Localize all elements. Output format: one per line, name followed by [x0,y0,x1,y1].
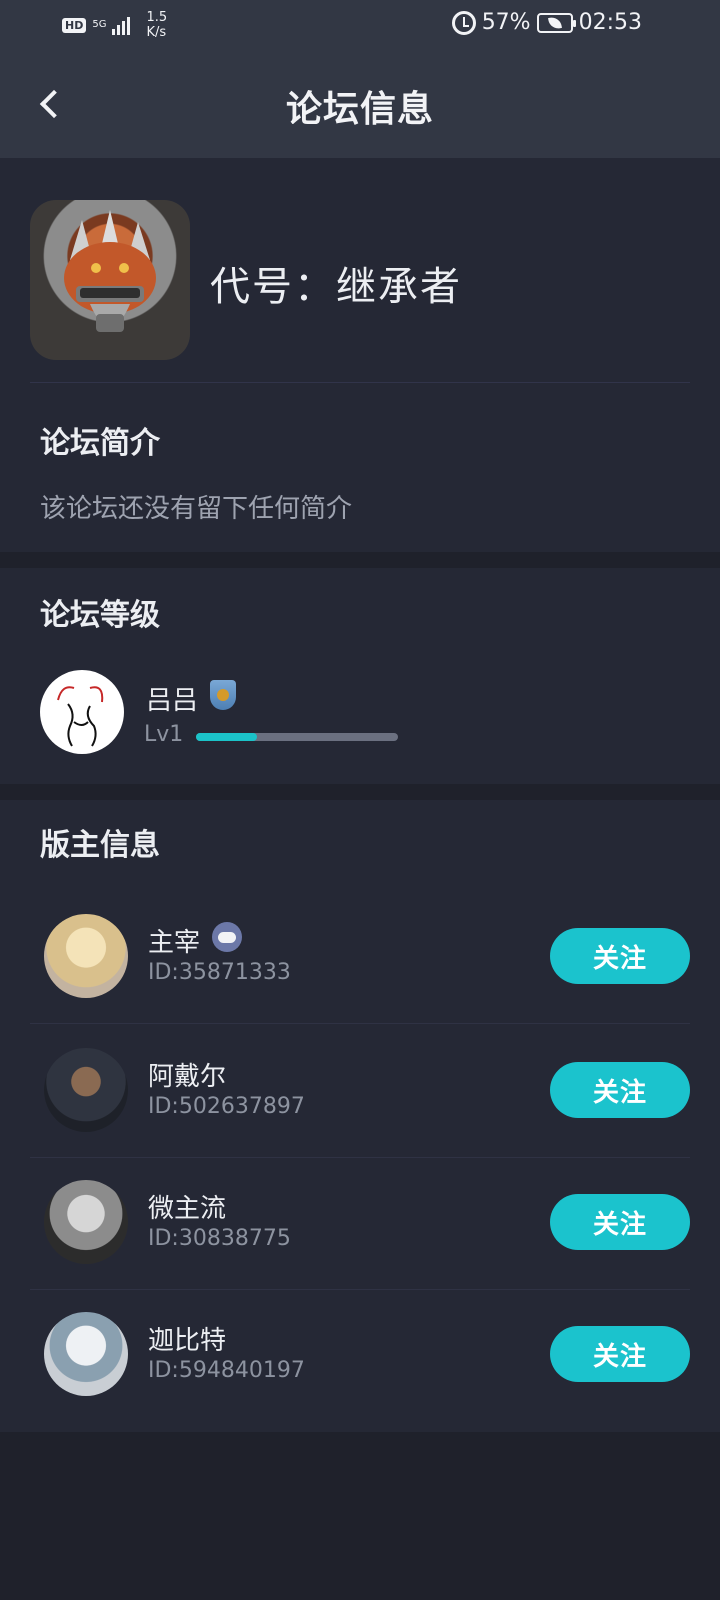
moderators-title: 版主信息 [40,828,160,863]
hd-indicator: HD [62,17,87,33]
moderator-id: ID:30838775 [148,1226,291,1251]
follow-button[interactable]: 关注 [550,1062,690,1118]
avatar[interactable] [44,1048,128,1132]
clock: 02:53 [578,10,642,35]
list-item: 阿戴尔 ID:502637897 关注 [30,1024,690,1158]
avatar[interactable] [44,914,128,998]
level-title: 论坛等级 [40,598,160,633]
status-right: 57% 02:53 [451,10,642,35]
moderator-id: ID:502637897 [148,1094,305,1119]
shield-badge-icon [210,680,236,710]
network-type: 5G [92,19,107,30]
intro-text: 该论坛还没有留下任何简介 [40,494,353,524]
list-item: 微主流 ID:30838775 关注 [30,1156,690,1290]
level-user-name: 吕吕 [146,686,199,716]
divider [30,382,690,383]
list-item: 迦比特 ID:594840197 关注 [30,1288,690,1422]
forum-info-card: 代号：继承者 论坛简介 该论坛还没有留下任何简介 [0,158,720,552]
moderator-name: 微主流 [148,1194,227,1224]
moderators-card: 版主信息 主宰 ID:35871333 关注 阿戴尔 ID:502637897 … [0,800,720,1432]
intro-title: 论坛简介 [40,426,160,461]
status-bar: HD 5G 1.5 K/s 57% 02:53 [0,0,720,50]
forum-level-card: 论坛等级 吕吕 Lv1 [0,568,720,784]
status-left: HD 5G 1.5 K/s [62,10,167,40]
moderator-name: 主宰 [148,928,201,958]
header: 论坛信息 [0,50,720,158]
forum-avatar-image [64,210,156,332]
moderator-name: 阿戴尔 [148,1062,227,1092]
avatar[interactable] [44,1180,128,1264]
follow-button[interactable]: 关注 [550,1326,690,1382]
speed-unit: K/s [146,25,167,40]
avatar[interactable] [40,670,124,754]
leaf-icon [547,15,562,30]
level-label: Lv1 [144,722,184,747]
list-item: 主宰 ID:35871333 关注 [30,890,690,1024]
follow-button[interactable]: 关注 [550,1194,690,1250]
battery-percent: 57% [481,10,531,35]
moderator-id: ID:35871333 [148,960,291,985]
battery-icon [536,12,576,33]
moderator-name: 迦比特 [148,1326,227,1356]
level-progress-fill [196,733,257,741]
forum-avatar [30,200,190,360]
page-title: 论坛信息 [285,89,434,130]
avatar[interactable] [44,1312,128,1396]
level-progress-bar [196,733,398,741]
network-speed: 1.5 K/s [146,10,167,40]
game-controller-icon [212,922,242,952]
moderator-id: ID:594840197 [148,1358,305,1383]
sketch-avatar-image [57,686,104,747]
follow-button[interactable]: 关注 [550,928,690,984]
alarm-icon [451,10,476,35]
signal-bars-icon [112,15,131,35]
speed-value: 1.5 [146,10,168,25]
forum-name: 代号：继承者 [210,264,462,310]
